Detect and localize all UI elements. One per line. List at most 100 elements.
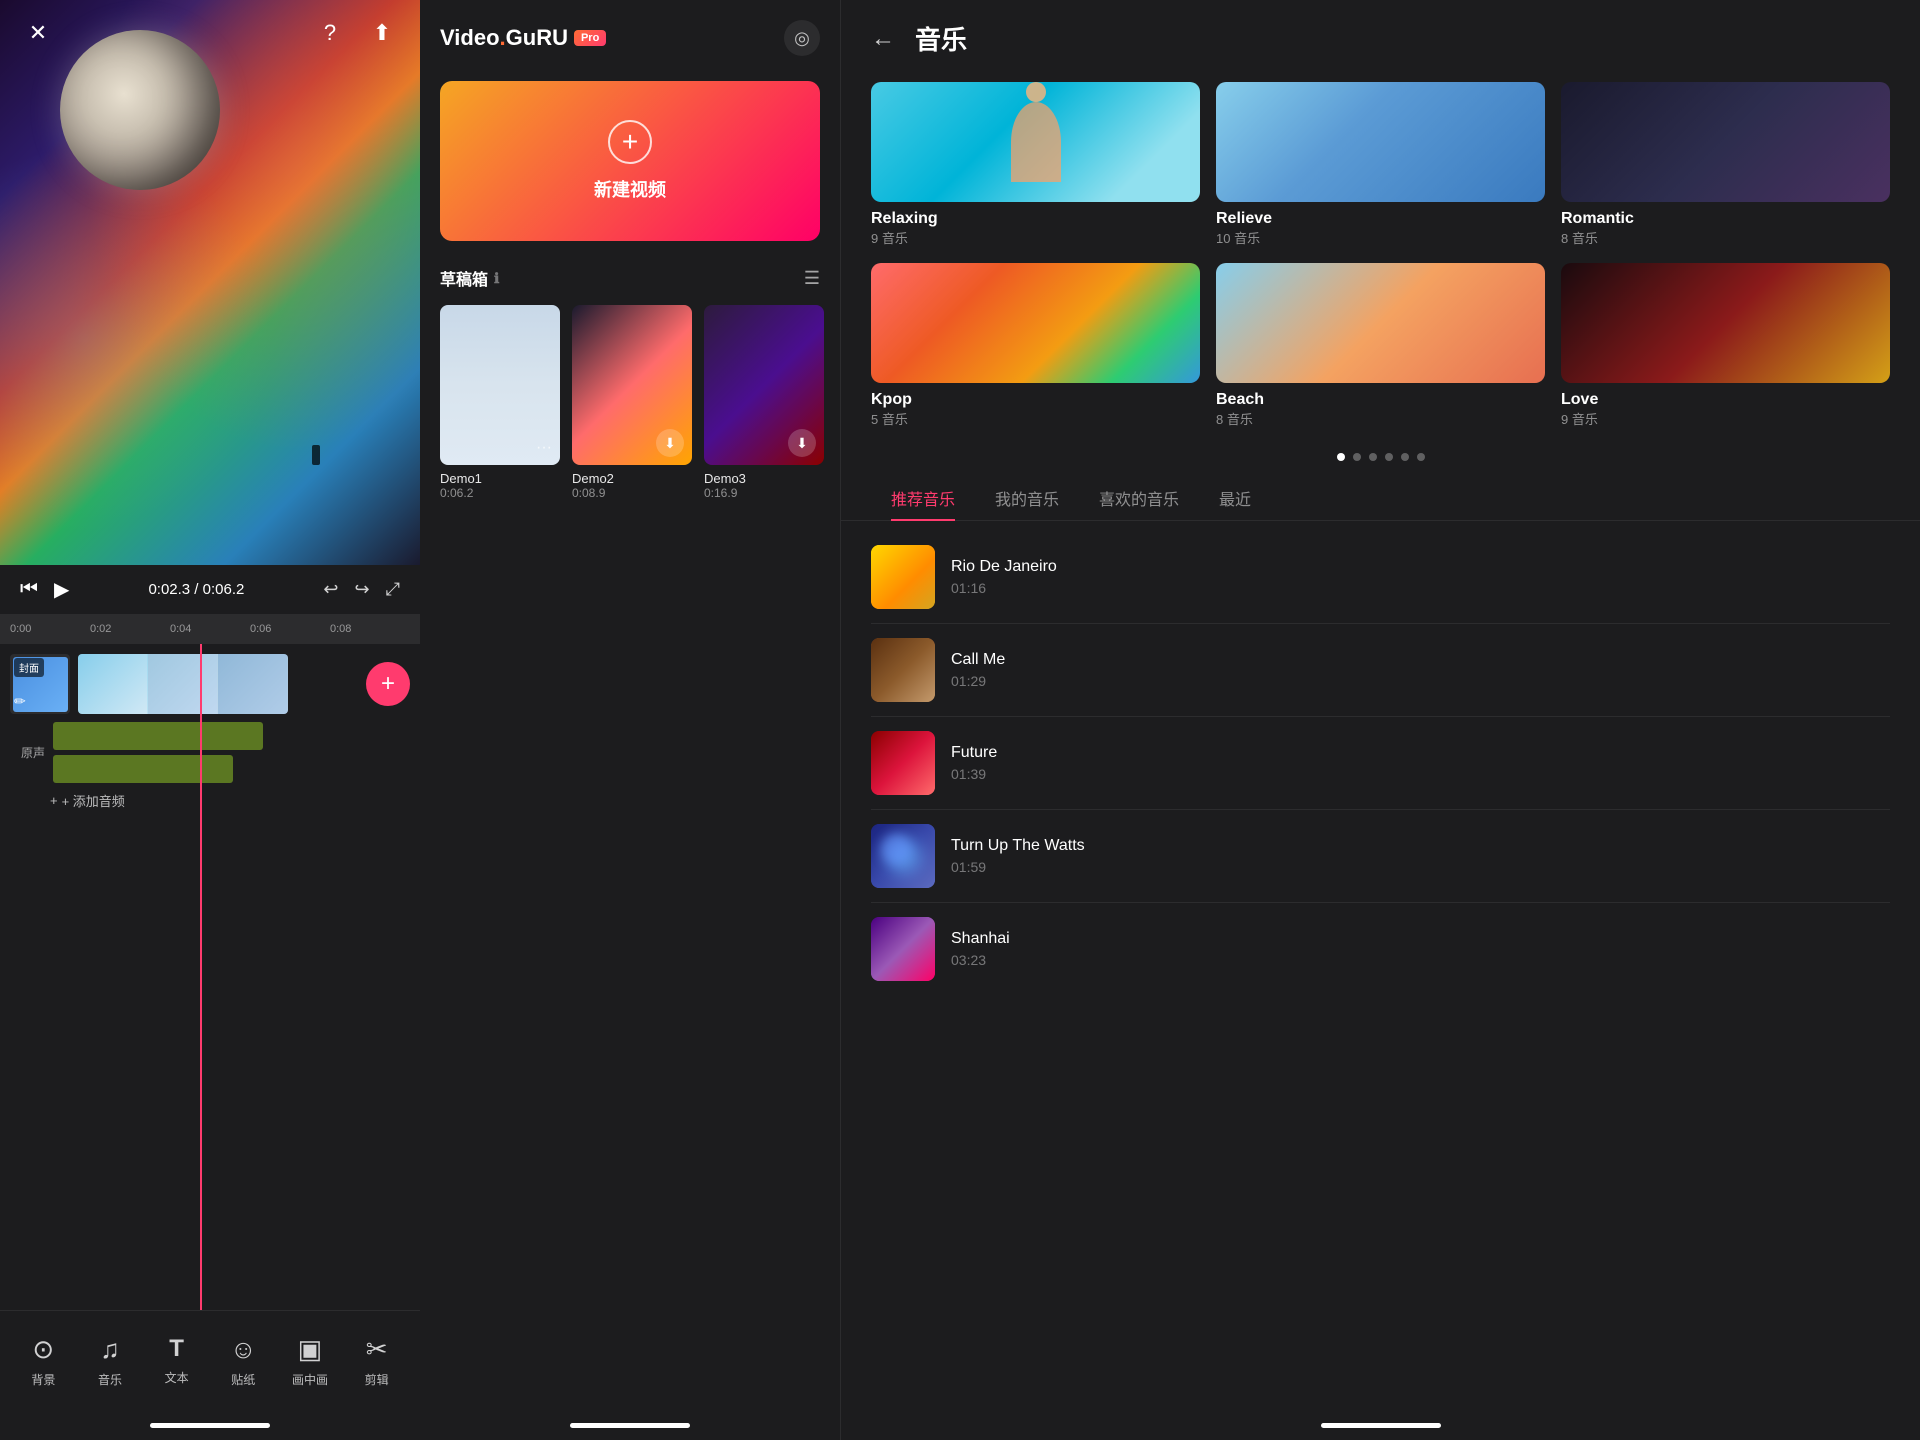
category-count-relieve: 10 音乐 <box>1216 228 1545 247</box>
tab-recent[interactable]: 最近 <box>1199 476 1271 520</box>
timeline-area: 0:00 0:02 0:04 0:06 0:08 封面 ✏ <box>0 614 420 1310</box>
draft-more-icon-demo1[interactable]: ··· <box>536 439 552 457</box>
category-thumb-relaxing <box>871 82 1200 202</box>
draft-item-demo1[interactable]: ··· Demo1 0:06.2 <box>440 305 560 500</box>
music-art-shanhai <box>871 917 935 981</box>
tool-canvas[interactable]: ▣ 画中画 <box>282 1334 337 1388</box>
control-buttons: ↩ ↪ ⤢ <box>323 579 400 600</box>
music-info-rio: Rio De Janeiro 01:16 <box>951 558 1890 596</box>
close-button[interactable]: ✕ <box>20 15 56 51</box>
bottom-toolbar: ⊙ 背景 ♫ 音乐 T 文本 ☺ 贴纸 ▣ 画中画 ✂ 剪辑 <box>0 1310 420 1410</box>
edit-label: 剪辑 <box>365 1371 389 1388</box>
add-track-button[interactable]: + <box>366 662 410 706</box>
edit-icon[interactable]: ✏ <box>14 693 26 710</box>
category-love[interactable]: Love 9 音乐 <box>1561 263 1890 428</box>
category-thumb-kpop <box>871 263 1200 383</box>
ruler-mark-1: 0:02 <box>90 623 170 635</box>
page-dot-3[interactable] <box>1369 453 1377 461</box>
export-button[interactable]: ⬆ <box>364 15 400 51</box>
text-label: 文本 <box>165 1369 189 1386</box>
audio-track-bar-1[interactable] <box>53 722 263 750</box>
music-item-future[interactable]: Future 01:39 <box>871 717 1890 810</box>
category-thumb-beach <box>1216 263 1545 383</box>
tool-background[interactable]: ⊙ 背景 <box>16 1334 71 1388</box>
add-audio-icon: + <box>50 793 58 808</box>
category-name-kpop: Kpop <box>871 391 1200 409</box>
help-button[interactable]: ? <box>312 15 348 51</box>
background-icon: ⊙ <box>32 1334 54 1365</box>
draft-thumbnail-demo1: ··· <box>440 305 560 465</box>
category-romantic[interactable]: Romantic 8 音乐 <box>1561 82 1890 247</box>
music-item-shanhai[interactable]: Shanhai 03:23 <box>871 903 1890 995</box>
undo-button[interactable]: ↩ <box>323 579 338 600</box>
timeline-ruler: 0:00 0:02 0:04 0:06 0:08 <box>0 614 420 644</box>
tab-liked[interactable]: 喜欢的音乐 <box>1079 476 1199 520</box>
video-moon <box>60 30 220 190</box>
audio-track-bar-2[interactable] <box>53 755 233 783</box>
video-track-content[interactable] <box>78 654 358 714</box>
back-button[interactable]: ← <box>871 25 895 53</box>
category-relieve[interactable]: Relieve 10 音乐 <box>1216 82 1545 247</box>
category-name-romantic: Romantic <box>1561 210 1890 228</box>
draft-item-demo3[interactable]: ⬇ Demo3 0:16.9 <box>704 305 824 500</box>
tab-recommended[interactable]: 推荐音乐 <box>871 476 975 520</box>
add-audio-button[interactable]: + + 添加音频 <box>50 791 410 810</box>
clip-thumbnail[interactable] <box>78 654 288 714</box>
ruler-marks: 0:00 0:02 0:04 0:06 0:08 <box>10 623 410 635</box>
music-art-watts <box>871 824 935 888</box>
music-item-watts[interactable]: Turn Up The Watts 01:59 <box>871 810 1890 903</box>
draft-download-demo2[interactable]: ⬇ <box>656 429 684 457</box>
draft-item-demo2[interactable]: ⬇ Demo2 0:08.9 <box>572 305 692 500</box>
music-item-rio[interactable]: Rio De Janeiro 01:16 <box>871 531 1890 624</box>
page-dot-1[interactable] <box>1337 453 1345 461</box>
skip-back-button[interactable]: ⏮ <box>20 578 38 601</box>
music-tabs: 推荐音乐 我的音乐 喜欢的音乐 最近 <box>841 476 1920 521</box>
settings-button[interactable]: ◎ <box>784 20 820 56</box>
music-art-callme <box>871 638 935 702</box>
video-background <box>0 0 420 565</box>
new-video-button[interactable]: + 新建视频 <box>440 81 820 241</box>
category-beach[interactable]: Beach 8 音乐 <box>1216 263 1545 428</box>
tool-sticker[interactable]: ☺ 贴纸 <box>216 1334 271 1388</box>
logo-text: Video.GuRU <box>440 25 568 51</box>
cover-thumbnail[interactable]: 封面 ✏ <box>10 654 70 714</box>
draft-name-demo1: Demo1 <box>440 471 560 486</box>
middle-header: Video.GuRU Pro ◎ <box>420 0 840 71</box>
page-dots <box>841 448 1920 476</box>
video-figure <box>312 445 320 465</box>
music-item-callme[interactable]: Call Me 01:29 <box>871 624 1890 717</box>
category-count-relaxing: 9 音乐 <box>871 228 1200 247</box>
home-indicator-right <box>1321 1423 1441 1428</box>
music-name-future: Future <box>951 744 1890 762</box>
draft-download-demo3[interactable]: ⬇ <box>788 429 816 457</box>
logo: Video.GuRU Pro <box>440 25 606 51</box>
redo-button[interactable]: ↪ <box>355 579 370 600</box>
draft-name-demo2: Demo2 <box>572 471 692 486</box>
fullscreen-button[interactable]: ⤢ <box>386 579 400 600</box>
sticker-label: 贴纸 <box>231 1371 255 1388</box>
tool-music[interactable]: ♫ 音乐 <box>82 1334 137 1388</box>
list-view-button[interactable]: ☰ <box>804 268 820 289</box>
page-dot-4[interactable] <box>1385 453 1393 461</box>
cover-badge: 封面 <box>14 658 44 677</box>
music-name-watts: Turn Up The Watts <box>951 837 1890 855</box>
music-duration-future: 01:39 <box>951 766 1890 782</box>
home-indicator-middle <box>570 1423 690 1428</box>
page-dot-5[interactable] <box>1401 453 1409 461</box>
category-count-love: 9 音乐 <box>1561 409 1890 428</box>
music-duration-watts: 01:59 <box>951 859 1890 875</box>
tool-text[interactable]: T 文本 <box>149 1335 204 1386</box>
tab-my-music[interactable]: 我的音乐 <box>975 476 1079 520</box>
tool-edit[interactable]: ✂ 剪辑 <box>349 1334 404 1388</box>
category-kpop[interactable]: Kpop 5 音乐 <box>871 263 1200 428</box>
video-top-controls: ✕ ? ⬆ <box>0 15 420 51</box>
drafts-info-icon: ℹ <box>494 270 499 287</box>
drafts-header: 草稿箱 ℹ ☰ <box>420 251 840 300</box>
page-dot-2[interactable] <box>1353 453 1361 461</box>
music-title: 音乐 <box>915 20 967 57</box>
play-button[interactable]: ▶ <box>54 577 69 602</box>
page-dot-6[interactable] <box>1417 453 1425 461</box>
clip-frame-2 <box>148 654 218 714</box>
draft-thumbnail-demo2: ⬇ <box>572 305 692 465</box>
category-relaxing[interactable]: Relaxing 9 音乐 <box>871 82 1200 247</box>
